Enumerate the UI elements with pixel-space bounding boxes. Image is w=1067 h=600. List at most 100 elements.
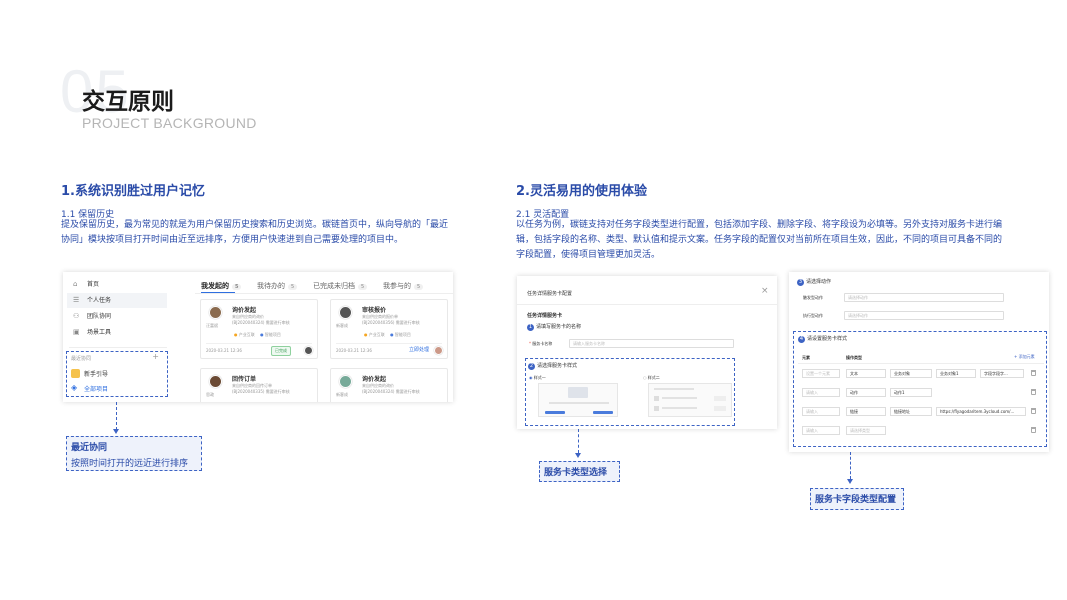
style-2-preview[interactable] [648,383,732,417]
dialog-section: 任务详情服务卡 [527,313,563,319]
status-badge: 已完成 [271,346,291,356]
style-1-preview[interactable] [538,383,618,417]
field-config-panel: 3 请选择动作 触发型动作 请选择动作 执行型动作 请选择动作 4 请设置服务卡样式… [789,272,1049,452]
step-3: 3 请选择动作 [797,279,832,286]
process-now-link[interactable]: 立即处理 [409,346,429,353]
delete-icon[interactable] [1031,408,1036,414]
tab-initiated[interactable]: 我发起的 5 [201,281,242,291]
table-divider [798,363,1044,364]
task-card[interactable]: 询价发起 来自供应商的询价 (BJ2020040324) 需要进行审核 汪富斌 … [200,299,318,359]
element-input[interactable]: 请输入 [802,426,840,435]
url-cell[interactable]: https://flyagodaritem.3ycloud.com/... [936,407,1026,416]
trigger-action-label: 触发型动作 [803,295,823,300]
placeholder-line [549,402,609,404]
tab-completed[interactable]: 已完成未归档 5 [313,281,368,291]
service-card-dialog: 任务详情服务卡配置 × 任务详情服务卡 1 请填写服务卡的名称 * 服务卡名称 请… [517,276,777,429]
type-select[interactable]: 动作 [846,388,886,397]
delete-icon[interactable] [1031,370,1036,376]
main-content: 我发起的 5 我待办的 5 已完成未归档 5 我参与的 5 询价发起 来自供应商的询价 … [171,272,453,402]
table-row: 请输入 链接 链接地址 https://flyagodaritem.3yclou… [794,407,1048,419]
home-icon: ⌂ [73,280,78,288]
avatar [434,346,443,355]
card-tags: ● 产业互联 ● 智能项目 [234,332,281,337]
recent-item-all-projects[interactable]: ◈ 全部项目 [71,383,108,393]
col-type: 操作类型 [846,355,862,360]
image-icon [568,387,588,398]
delete-icon[interactable] [1031,427,1036,433]
home-screenshot: ⌂ 首页 ☰ 个人任务 ⚇ 团队协同 ▣ 场景工具 最近协同 + 新手引导 ◈ 全部项目 … [63,272,453,402]
element-input[interactable]: 请输入 [802,388,840,397]
placeholder-line [654,388,694,390]
callout-card-type: 服务卡类型选择 [539,461,620,482]
avatar [304,346,313,355]
callout-connector [116,402,117,430]
left-section-heading: 1.系统识别胜过用户记忆 [61,184,205,199]
card-line: (BJ2020040356) 需要进行审核 [362,320,420,325]
value-cell[interactable]: 业务对象 [890,369,932,378]
card-tags: ● 产业互联 ● 智能项目 [364,332,411,337]
callout-recent-collab: 最近协同 按照时间打开的远近进行排序 [66,436,202,471]
col-element: 元素 [802,355,810,360]
tool-icon: ▣ [73,328,80,336]
task-card[interactable]: 审核报价 来自供应商的报价单 (BJ2020040356) 需要进行审核 新客成… [330,299,448,359]
tabs-divider [195,293,453,294]
service-card-name-input[interactable]: 请输入服务卡名称 [569,339,734,348]
avatar [209,375,222,388]
card-person: 新客成 [336,392,348,397]
placeholder-line [662,397,697,399]
recent-item-guide[interactable]: 新手引导 [71,369,108,378]
style-option-2[interactable]: ○ 样式二 [643,375,660,381]
tab-participated[interactable]: 我参与的 5 [383,281,424,291]
step-4: 4 请设置服务卡样式 [798,336,848,343]
card-person: 新客成 [336,323,348,328]
card-divider [336,343,442,344]
card-title: 询价发起 [362,376,387,383]
avatar [209,306,222,319]
right-description: 以任务为例，碳链支持对任务字段类型进行配置，包括添加字段、删除字段、将字段设为必… [516,220,1003,260]
recent-add-button[interactable]: + [152,352,159,361]
type-select[interactable]: 请选择类型 [846,426,886,435]
arrow-down-icon [575,453,581,458]
style-chooser: 2 请选择服务卡样式 ◉ 样式一 ○ 样式二 [525,358,735,426]
type-select[interactable]: 文本 [846,369,886,378]
card-line: (BJ2020040324) 需要进行审核 [362,389,420,394]
dialog-divider [517,304,777,305]
step-2: 2 请选择服务卡样式 [528,363,578,370]
page-title: 交互原则 [82,89,174,115]
right-section-heading: 2.灵活易用的使用体验 [516,184,647,199]
value-cell[interactable]: 字段字段字... [980,369,1024,378]
type-select[interactable]: 链接 [846,407,886,416]
card-title: 询价发起 [232,307,257,314]
card-person: 汪富斌 [206,323,218,328]
task-card[interactable]: 询价发起 来自供应商的询价 (BJ2020040324) 需要进行审核 新客成 [330,368,448,402]
nav-item-personal-tasks[interactable]: ☰ 个人任务 [67,293,167,308]
avatar [339,306,352,319]
nav-item-home[interactable]: ⌂ 首页 [67,277,167,292]
arrow-down-icon [113,429,119,434]
task-card[interactable]: 回传订单 来自供应商的回传订单 (BJ2020040335) 需要进行审核 思政 [200,368,318,402]
tab-todo[interactable]: 我待办的 5 [257,281,298,291]
arrow-down-icon [847,479,853,484]
placeholder-square [654,406,659,411]
element-input[interactable]: 设置一个元素 [802,369,840,378]
delete-icon[interactable] [1031,389,1036,395]
exec-action-select[interactable]: 请选择动作 [844,311,1004,320]
card-person: 思政 [206,392,214,397]
callout-field-type: 服务卡字段类型配置 [810,488,904,510]
element-input[interactable]: 请输入 [802,407,840,416]
sidebar: ⌂ 首页 ☰ 个人任务 ⚇ 团队协同 ▣ 场景工具 最近协同 + 新手引导 ◈ 全部项目 [63,272,171,402]
callout-title: 最近协同 [71,443,108,453]
nav-item-tools[interactable]: ▣ 场景工具 [67,325,167,340]
team-icon: ⚇ [73,312,80,320]
value-cell[interactable]: 业务对象1 [936,369,976,378]
nav-item-team[interactable]: ⚇ 团队协同 [67,309,167,324]
name-label: * 服务卡名称 [529,341,553,346]
value-cell[interactable]: 链接地址 [890,407,932,416]
value-cell[interactable]: 动作1 [890,388,932,397]
trigger-action-select[interactable]: 请选择动作 [844,293,1004,302]
close-icon[interactable]: × [761,286,769,296]
style-option-1[interactable]: ◉ 样式一 [529,375,546,381]
callout-connector [850,452,851,479]
card-line: (BJ2020040324) 需要进行审核 [232,320,290,325]
add-element-button[interactable]: + 添加元素 [1014,354,1035,360]
